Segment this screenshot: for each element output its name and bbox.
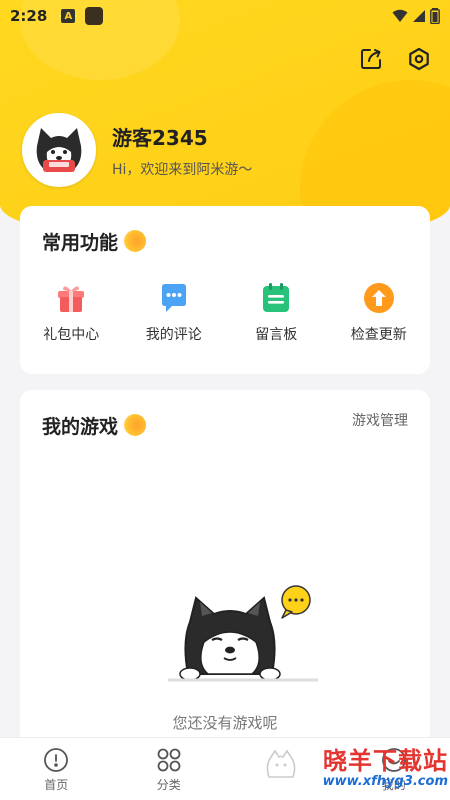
watermark-title: 晓羊下载站: [323, 747, 448, 775]
title-decoration: [124, 414, 146, 436]
feature-label: 检查更新: [350, 327, 407, 343]
nav-label: 首页: [44, 778, 69, 792]
center-icon: [266, 749, 296, 778]
settings-button[interactable]: [406, 46, 432, 72]
empty-games-text: 您还没有游戏呢: [172, 714, 278, 732]
signal-icon: [413, 10, 425, 22]
home-icon: [44, 748, 69, 772]
message-board-icon: [263, 283, 290, 312]
feature-my-comments[interactable]: 我的评论: [123, 281, 226, 344]
battery-icon: [430, 8, 440, 24]
game-management-link[interactable]: 游戏管理: [352, 410, 408, 430]
feature-gift-center[interactable]: 礼包中心: [20, 281, 123, 344]
feature-row: 礼包中心 我的评论 留言板 检查更新: [20, 281, 430, 344]
watermark-url: www.xfhyg3.com: [322, 774, 448, 789]
app-notification-icon: A: [61, 9, 76, 23]
avatar[interactable]: [22, 113, 96, 187]
feature-label: 我的评论: [145, 327, 202, 343]
nav-label: 分类: [156, 778, 181, 792]
common-functions-title: 常用功能: [42, 232, 119, 254]
empty-husky-illustration: [168, 585, 318, 682]
share-button[interactable]: [358, 46, 384, 72]
update-icon: [363, 283, 394, 313]
my-games-card: 我的游戏 游戏管理 您还没有游戏呢: [20, 390, 430, 750]
category-icon: [157, 748, 181, 772]
app-status-icon: [85, 7, 104, 25]
status-bar: 2:28 A: [0, 0, 450, 32]
my-games-title: 我的游戏: [42, 416, 119, 438]
nav-category[interactable]: 分类: [113, 738, 226, 800]
nav-center[interactable]: [225, 738, 338, 800]
feature-label: 礼包中心: [43, 327, 100, 343]
welcome-text: Hi，欢迎来到阿米游～: [112, 162, 253, 178]
feature-check-update[interactable]: 检查更新: [328, 281, 431, 344]
gift-icon: [58, 286, 85, 312]
wifi-icon: [392, 9, 408, 22]
watermark: 晓羊下载站 www.xfhyg3.com: [323, 748, 448, 789]
feature-label: 留言板: [255, 327, 298, 343]
username[interactable]: 游客2345: [112, 122, 208, 151]
comment-icon: [161, 284, 186, 312]
husky-avatar-icon: [25, 116, 93, 184]
title-decoration: [124, 230, 146, 252]
gear-icon: [409, 47, 429, 71]
status-time: 2:28: [10, 7, 48, 25]
feature-message-board[interactable]: 留言板: [225, 281, 328, 344]
common-functions-card: 常用功能 礼包中心 我的评论 留言板 检查更新: [20, 206, 430, 374]
nav-home[interactable]: 首页: [0, 738, 113, 800]
top-actions: [358, 46, 432, 72]
share-icon: [361, 49, 381, 69]
